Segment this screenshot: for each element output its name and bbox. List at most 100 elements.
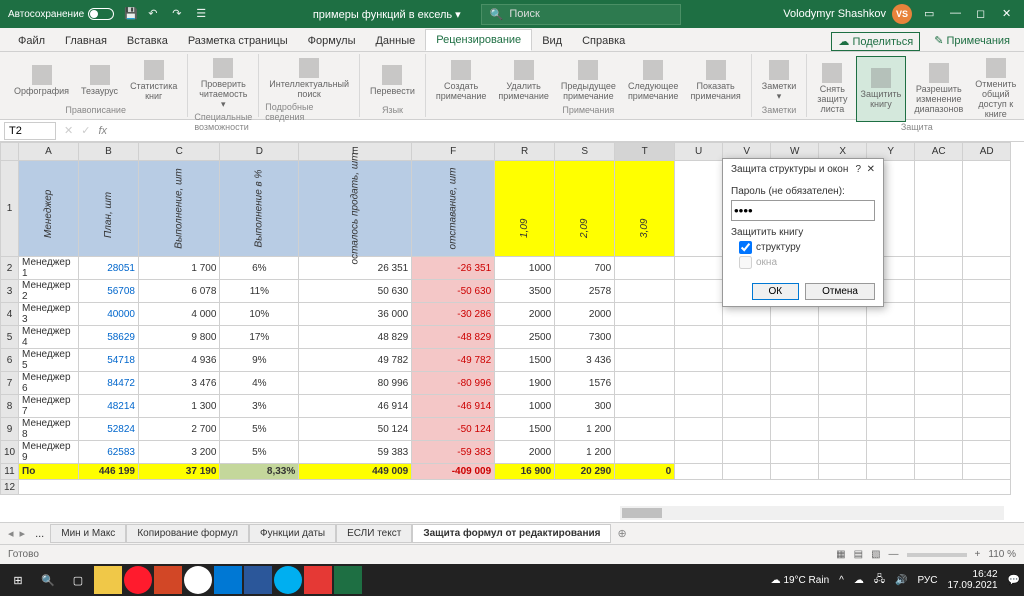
smartlookup-button[interactable]: Интеллектуальный поиск xyxy=(265,56,353,102)
outlook-icon[interactable] xyxy=(214,566,242,594)
next-comment-button[interactable]: Следующее примечание xyxy=(624,56,683,105)
view-layout-icon[interactable]: ▤ xyxy=(854,549,863,560)
tab-formulas[interactable]: Формулы xyxy=(298,31,366,51)
skype-icon[interactable] xyxy=(274,566,302,594)
protect-group-label: Защитить книгу xyxy=(731,227,875,238)
thesaurus-button[interactable]: Тезаурус xyxy=(77,56,122,105)
unshare-button[interactable]: Отменить общий доступ к книге xyxy=(971,56,1020,122)
allow-edit-button[interactable]: Разрешить изменение диапазонов xyxy=(910,56,967,122)
opera-icon[interactable] xyxy=(124,566,152,594)
search-input[interactable]: 🔍 Поиск xyxy=(481,4,681,25)
show-comments-button[interactable]: Показать примечания xyxy=(686,56,744,105)
name-box[interactable] xyxy=(4,122,56,140)
view-normal-icon[interactable]: ▦ xyxy=(836,549,845,560)
user-account[interactable]: Volodymyr Shashkov VS xyxy=(783,4,912,24)
horizontal-scrollbar[interactable] xyxy=(620,506,1004,520)
protect-workbook-button[interactable]: Защитить книгу xyxy=(856,56,907,122)
word-icon[interactable] xyxy=(244,566,272,594)
help-icon[interactable]: ? xyxy=(855,164,861,175)
volume-icon[interactable]: 🔊 xyxy=(895,575,907,586)
new-sheet-icon[interactable]: ⊕ xyxy=(617,527,626,540)
zoom-in-icon[interactable]: + xyxy=(975,549,981,560)
sheet-tab[interactable]: Защита формул от редактирования xyxy=(412,524,611,543)
autosave-toggle[interactable]: Автосохранение xyxy=(8,8,114,20)
redo-icon[interactable]: ↷ xyxy=(172,7,186,21)
comments-button[interactable]: ✎ Примечания xyxy=(928,32,1016,51)
table-row[interactable]: 8 Менеджер 7482141 3003%46 914-46 914100… xyxy=(1,395,1011,418)
tab-pagelayout[interactable]: Разметка страницы xyxy=(178,31,298,51)
undo-icon[interactable]: ↶ xyxy=(148,7,162,21)
windows-checkbox: окна xyxy=(739,256,875,269)
cancel-button[interactable]: Отмена xyxy=(805,283,875,300)
save-icon[interactable]: 💾 xyxy=(124,7,138,21)
translate-button[interactable]: Перевести xyxy=(366,56,419,105)
onedrive-icon[interactable]: ☁ xyxy=(854,575,864,586)
weather[interactable]: ☁ 19°C Rain xyxy=(771,575,829,586)
fx-icon[interactable]: fx xyxy=(98,125,107,137)
ribbon: Орфография Тезаурус Статистика книг Прав… xyxy=(0,52,1024,120)
sheet-nav-prev-icon[interactable]: ◂ xyxy=(8,527,14,540)
tab-home[interactable]: Главная xyxy=(55,31,117,51)
tab-insert[interactable]: Вставка xyxy=(117,31,178,51)
powerpoint-icon[interactable] xyxy=(154,566,182,594)
app-icon[interactable] xyxy=(304,566,332,594)
delete-comment-button[interactable]: Удалить примечание xyxy=(494,56,552,105)
table-row[interactable]: 7 Менеджер 6844723 4764%80 996-80 996190… xyxy=(1,372,1011,395)
tab-data[interactable]: Данные xyxy=(365,31,425,51)
view-break-icon[interactable]: ▧ xyxy=(871,549,880,560)
tab-view[interactable]: Вид xyxy=(532,31,572,51)
tray-up-icon[interactable]: ^ xyxy=(839,575,844,586)
close-icon[interactable]: ✕ xyxy=(1002,7,1016,21)
sheet-tab[interactable]: Копирование формул xyxy=(126,524,249,543)
sheet-nav-next-icon[interactable]: ▸ xyxy=(20,527,26,540)
sheet-tabs: ◂ ▸ ... Мин и Макс Копирование формул Фу… xyxy=(0,522,1024,544)
prev-comment-button[interactable]: Предыдущее примечание xyxy=(557,56,620,105)
filename[interactable]: примеры функций в ексель ▾ xyxy=(313,8,461,21)
maximize-icon[interactable]: ◻ xyxy=(976,7,990,21)
tab-help[interactable]: Справка xyxy=(572,31,635,51)
protect-workbook-dialog: Защита структуры и окон ? ✕ Пароль (не о… xyxy=(722,158,884,307)
notifications-icon[interactable]: 💬 xyxy=(1008,575,1020,586)
lang-indicator[interactable]: РУС xyxy=(917,575,937,586)
dialog-close-icon[interactable]: ✕ xyxy=(867,164,875,175)
ok-button[interactable]: ОК xyxy=(752,283,800,300)
table-row[interactable]: 5 Менеджер 4586299 80017%48 829-48 82925… xyxy=(1,326,1011,349)
table-row[interactable]: 9 Менеджер 8528242 7005%50 124-50 124150… xyxy=(1,418,1011,441)
network-icon[interactable]: 🖧 xyxy=(874,572,885,589)
structure-checkbox[interactable]: структуру xyxy=(739,241,875,254)
wordcount-button[interactable]: Статистика книг xyxy=(126,56,181,105)
ribbon-options-icon[interactable]: ▭ xyxy=(924,7,938,21)
clock-date[interactable]: 17.09.2021 xyxy=(947,580,997,591)
password-input[interactable] xyxy=(731,200,875,221)
notes-button[interactable]: Заметки ▾ xyxy=(758,56,800,105)
zoom-slider[interactable] xyxy=(907,553,967,557)
avatar: VS xyxy=(892,4,912,24)
touch-icon[interactable]: ☰ xyxy=(196,7,210,21)
tab-file[interactable]: Файл xyxy=(8,31,55,51)
accessibility-button[interactable]: Проверить читаемость ▾ xyxy=(194,56,252,112)
sheet-tab[interactable]: Функции даты xyxy=(249,524,336,543)
windows-taskbar: ⊞ 🔍 ▢ ☁ 19°C Rain ^ ☁ 🖧 🔊 РУС 16:42 17.0… xyxy=(0,564,1024,596)
search-taskbar-icon[interactable]: 🔍 xyxy=(34,566,62,594)
sheet-tab[interactable]: Мин и Макс xyxy=(50,524,126,543)
table-row[interactable]: 10 Менеджер 9625833 2005%59 383-59 38320… xyxy=(1,441,1011,464)
tab-review[interactable]: Рецензирование xyxy=(425,29,532,51)
zoom-out-icon[interactable]: — xyxy=(889,549,899,560)
explorer-icon[interactable] xyxy=(94,566,122,594)
spelling-button[interactable]: Орфография xyxy=(10,56,73,105)
share-button[interactable]: ☁ Поделиться xyxy=(831,32,920,51)
taskview-icon[interactable]: ▢ xyxy=(64,566,92,594)
new-comment-button[interactable]: Создать примечание xyxy=(432,56,491,105)
accept-formula-icon[interactable]: ✓ xyxy=(81,124,90,137)
minimize-icon[interactable]: — xyxy=(950,7,964,21)
clock-time[interactable]: 16:42 xyxy=(947,569,997,580)
chrome-icon[interactable] xyxy=(184,566,212,594)
excel-icon[interactable] xyxy=(334,566,362,594)
table-row[interactable]: 6 Менеджер 5547184 9369%49 782-49 782150… xyxy=(1,349,1011,372)
unprotect-sheet-button[interactable]: Снять защиту листа xyxy=(813,56,851,122)
start-icon[interactable]: ⊞ xyxy=(4,566,32,594)
cancel-formula-icon[interactable]: ✕ xyxy=(64,124,73,137)
zoom-level[interactable]: 110 % xyxy=(988,549,1016,560)
sheet-tab[interactable]: ЕСЛИ текст xyxy=(336,524,412,543)
toggle-icon xyxy=(88,8,114,20)
